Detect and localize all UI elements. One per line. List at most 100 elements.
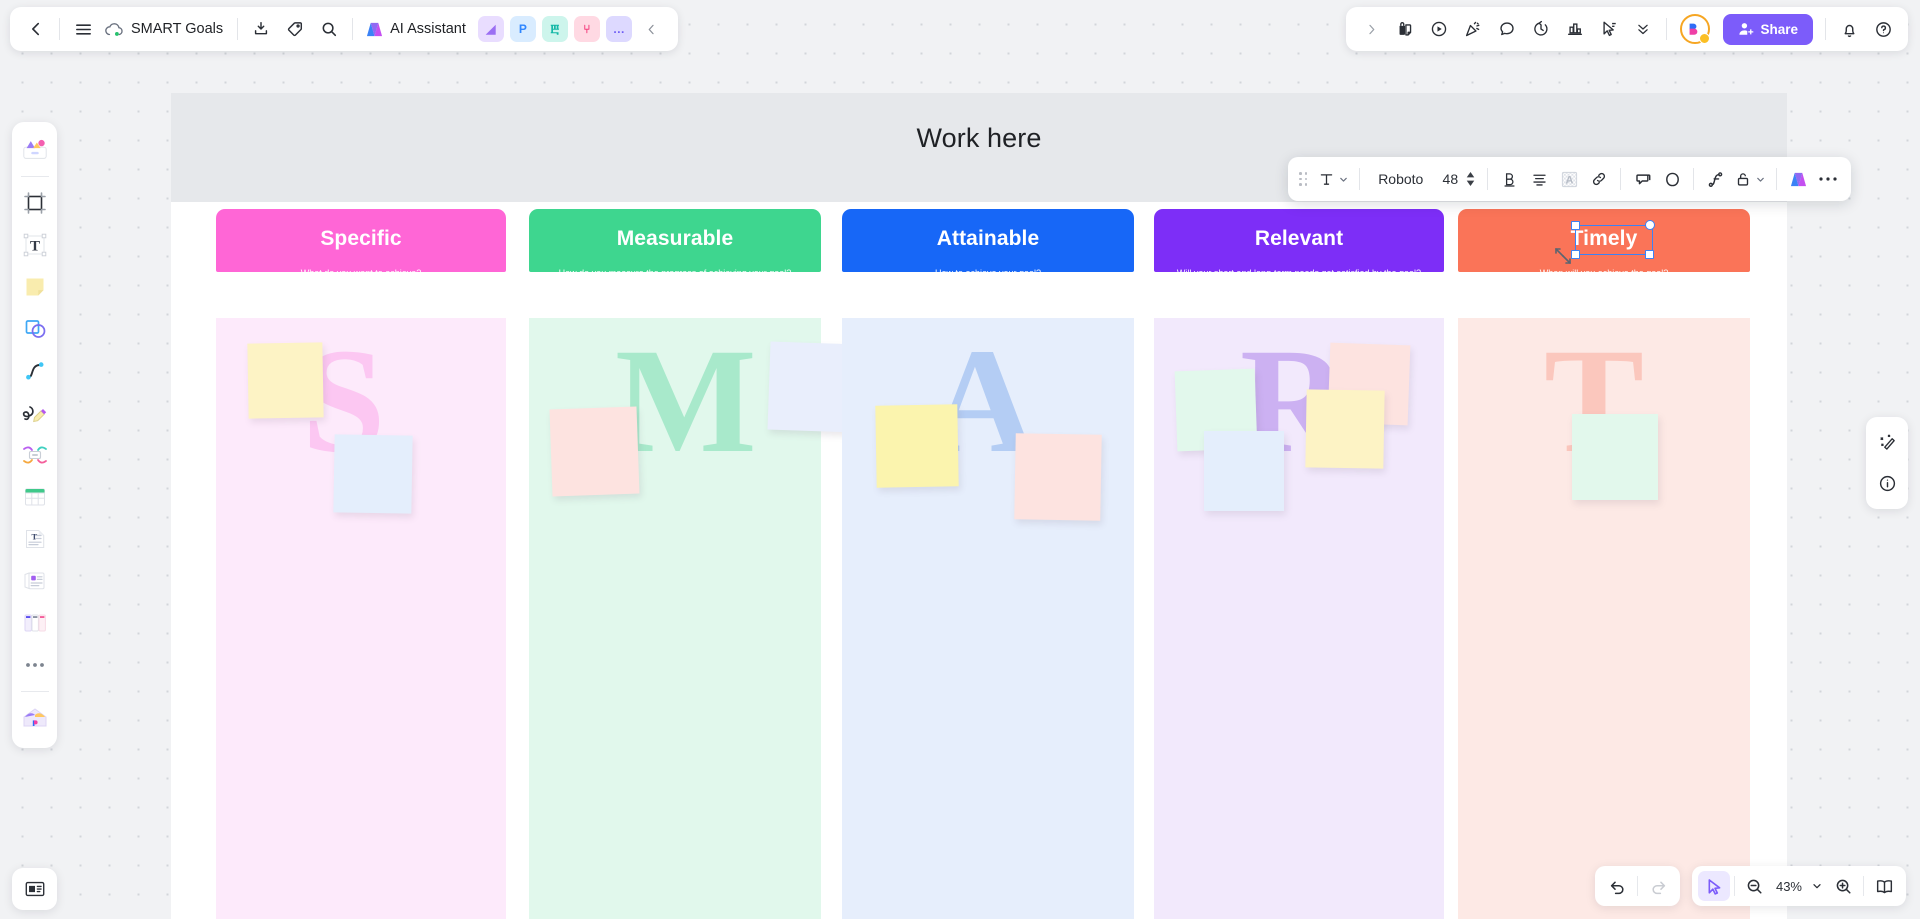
sticky-note[interactable] <box>1204 431 1284 511</box>
pen-tool[interactable] <box>16 394 54 432</box>
sticky-note[interactable] <box>1572 414 1658 500</box>
select-tool-button[interactable] <box>1697 871 1730 901</box>
text-style-button[interactable] <box>1314 164 1353 194</box>
comment-bubble-icon[interactable] <box>1490 12 1524 46</box>
mindmap-icon[interactable]: Ⰱ <box>541 16 568 42</box>
toolbar-drag-handle[interactable] <box>1296 172 1314 186</box>
column-subtitle-relevant[interactable]: Will your short and long-term needs get … <box>1167 268 1431 272</box>
column-body-attainable[interactable]: A <box>842 318 1134 919</box>
font-size-value[interactable]: 48 <box>1435 164 1465 194</box>
document-tool[interactable]: T <box>16 520 54 558</box>
zoom-in-button[interactable] <box>1827 871 1859 901</box>
share-button[interactable]: Share <box>1723 13 1813 45</box>
undo-button[interactable] <box>1601 871 1633 901</box>
column-title-measurable[interactable]: Measurable <box>617 227 734 254</box>
text-color-button[interactable]: A <box>1554 164 1584 194</box>
connect-button[interactable] <box>1700 164 1730 194</box>
flowchart-icon[interactable]: ⑂ <box>573 16 600 42</box>
comment-button[interactable] <box>1627 164 1657 194</box>
zoom-level-value[interactable]: 43% <box>1771 879 1807 894</box>
notification-bell-icon[interactable] <box>1832 12 1866 46</box>
selection-handle-bottom-right[interactable] <box>1645 250 1654 259</box>
connector-tool[interactable] <box>16 352 54 390</box>
sticky-note[interactable] <box>1305 389 1385 469</box>
font-size-stepper[interactable] <box>1465 172 1481 186</box>
cloud-sync-icon <box>104 22 124 37</box>
resources-tool[interactable] <box>16 699 54 737</box>
sticky-note[interactable] <box>549 406 640 497</box>
column-subtitle-attainable[interactable]: How to achieve your goal? <box>925 268 1051 272</box>
vote-chart-icon[interactable] <box>1558 12 1592 46</box>
redo-button[interactable] <box>1642 871 1674 901</box>
ai-button[interactable] <box>1783 164 1813 194</box>
celebrate-icon[interactable] <box>1456 12 1490 46</box>
column-title-attainable[interactable]: Attainable <box>937 227 1040 254</box>
presentation-mode-button[interactable] <box>12 868 57 910</box>
column-body-relevant[interactable]: R <box>1154 318 1444 919</box>
tag-icon[interactable] <box>278 12 312 46</box>
hamburger-menu-icon[interactable] <box>66 12 100 46</box>
boardmix-whiteboard-app: Work here Specific What do you want to ac… <box>0 0 1920 919</box>
sticky-note[interactable] <box>875 404 959 488</box>
back-button[interactable] <box>19 12 53 46</box>
more-button[interactable] <box>1813 164 1843 194</box>
shape-button[interactable] <box>1657 164 1687 194</box>
play-circle-icon[interactable] <box>1422 12 1456 46</box>
column-body-specific[interactable]: S <box>216 318 506 919</box>
search-icon[interactable] <box>312 12 346 46</box>
text-tool[interactable]: T <box>16 226 54 264</box>
presentation-icon[interactable]: P <box>509 16 536 42</box>
column-header-measurable[interactable]: Measurable How do you measure the progres… <box>529 209 821 272</box>
column-header-attainable[interactable]: Attainable How to achieve your goal? <box>842 209 1134 272</box>
lock-note-icon[interactable] <box>1388 12 1422 46</box>
card-tool[interactable] <box>16 562 54 600</box>
more-tools[interactable] <box>16 646 54 684</box>
column-title-relevant[interactable]: Relevant <box>1255 227 1343 254</box>
comment-icon[interactable]: … <box>605 16 632 42</box>
kanban-tool[interactable] <box>16 604 54 642</box>
shape-tool[interactable] <box>16 310 54 348</box>
document-title-group[interactable]: SMART Goals <box>100 21 231 37</box>
pages-button[interactable] <box>1868 871 1900 901</box>
link-button[interactable] <box>1584 164 1614 194</box>
zoom-dropdown-button[interactable] <box>1807 871 1827 901</box>
column-header-specific[interactable]: Specific What do you want to achieve? <box>216 209 506 272</box>
cursor-flag-icon[interactable] <box>1592 12 1626 46</box>
boardmix-avatar[interactable] <box>1680 14 1711 44</box>
info-circle-icon[interactable] <box>1870 465 1904 501</box>
column-header-relevant[interactable]: Relevant Will your short and long-term ne… <box>1154 209 1444 272</box>
templates-tool[interactable] <box>16 131 54 169</box>
lock-button[interactable] <box>1730 164 1770 194</box>
align-button[interactable] <box>1524 164 1554 194</box>
zoom-out-button[interactable] <box>1739 871 1771 901</box>
selection-handle-top-right[interactable] <box>1645 220 1655 230</box>
column-subtitle-timely[interactable]: When will you achieve the goal? <box>1530 268 1679 272</box>
magic-wand-icon[interactable] <box>1870 425 1904 461</box>
table-tool[interactable] <box>16 478 54 516</box>
help-circle-icon[interactable] <box>1866 12 1900 46</box>
column-body-timely[interactable]: T <box>1458 318 1750 919</box>
sticky-note[interactable] <box>1014 433 1102 521</box>
collapse-apps-icon[interactable] <box>635 12 669 46</box>
undo-redo-group <box>1595 866 1680 906</box>
frame-title[interactable]: Work here <box>171 123 1787 154</box>
expand-toolbar-icon[interactable] <box>1354 12 1388 46</box>
font-family-select[interactable]: Roboto <box>1366 164 1435 194</box>
selection-handle-top-left[interactable] <box>1571 221 1580 230</box>
sticky-note-tool[interactable] <box>16 268 54 306</box>
selection-box-timely[interactable] <box>1575 225 1653 255</box>
sticky-note[interactable] <box>333 434 413 514</box>
frame-tool[interactable] <box>16 184 54 222</box>
relation-tool[interactable] <box>16 436 54 474</box>
timer-icon[interactable] <box>1524 12 1558 46</box>
ai-assistant-button[interactable]: AI Assistant <box>359 12 475 46</box>
column-body-measurable[interactable]: M <box>529 318 859 919</box>
import-icon[interactable] <box>244 12 278 46</box>
chevron-double-down-icon[interactable] <box>1626 12 1660 46</box>
column-subtitle-measurable[interactable]: How do you measure the progress of achie… <box>549 268 802 272</box>
bold-button[interactable] <box>1494 164 1524 194</box>
sticky-note[interactable] <box>247 342 324 419</box>
column-subtitle-specific[interactable]: What do you want to achieve? <box>291 268 432 272</box>
column-title-specific[interactable]: Specific <box>320 227 401 254</box>
ai-image-icon[interactable]: ◢ <box>477 16 504 42</box>
